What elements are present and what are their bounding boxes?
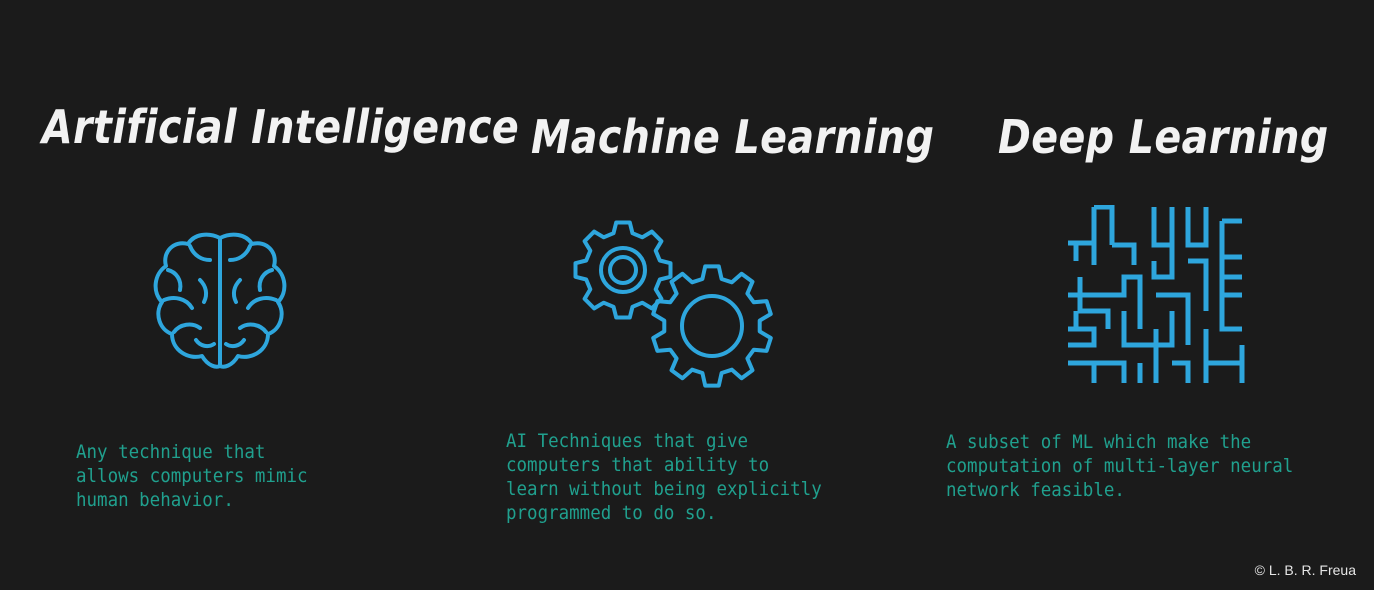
brain-icon — [150, 230, 290, 372]
description-deep-learning: A subset of ML which make the computatio… — [946, 431, 1294, 501]
description-artificial-intelligence: Any technique that allows computers mimi… — [76, 441, 308, 511]
gear-large-icon — [651, 264, 773, 388]
circuit-icon — [1064, 205, 1246, 387]
gears-icon — [572, 218, 776, 390]
credit-label: © L. B. R. Freua — [1254, 562, 1356, 578]
description-machine-learning: AI Techniques that give computers that a… — [506, 430, 822, 524]
title-deep-learning: Deep Learning — [998, 110, 1329, 164]
title-artificial-intelligence: Artificial Intelligence — [42, 100, 520, 154]
title-machine-learning: Machine Learning — [531, 110, 935, 164]
